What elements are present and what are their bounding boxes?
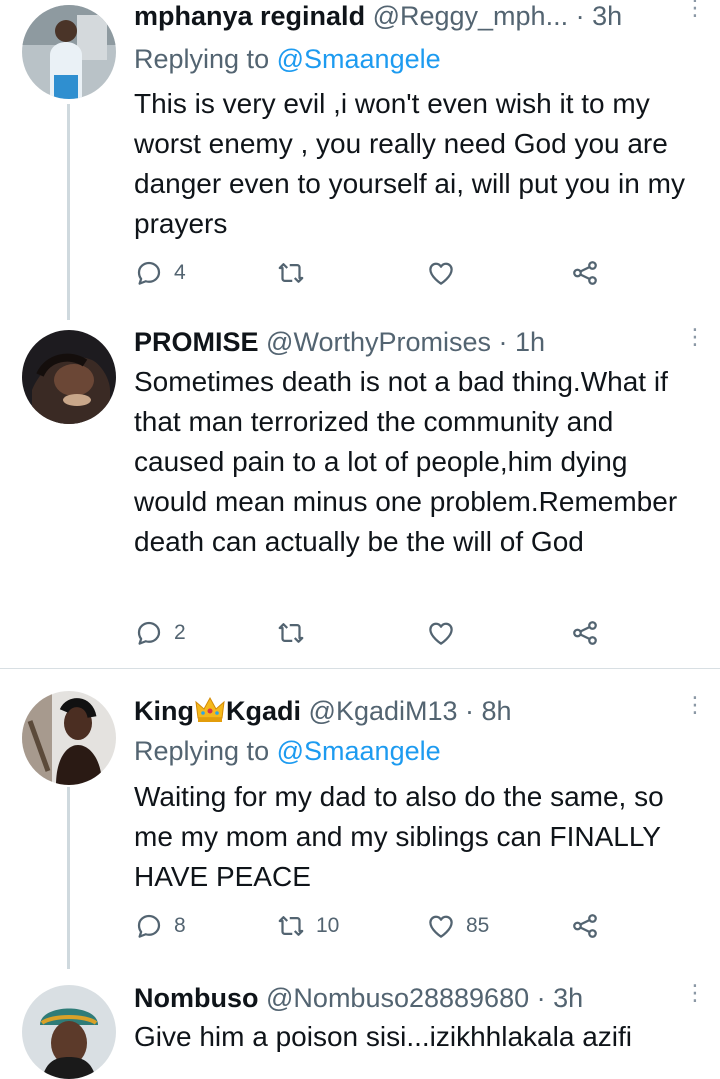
display-name[interactable]: King Kgadi	[134, 696, 301, 726]
display-name[interactable]: Nombuso	[134, 983, 259, 1013]
retweet-button[interactable]: 10	[276, 911, 339, 941]
share-icon	[570, 258, 600, 288]
timestamp[interactable]: · 3h	[537, 983, 584, 1013]
crown-emoji-icon	[195, 696, 225, 732]
display-name-part2: Kgadi	[226, 696, 302, 726]
tweet-text: Sometimes death is not a bad thing.What …	[134, 366, 678, 557]
avatar[interactable]	[22, 985, 116, 1079]
reply-count: 8	[174, 914, 186, 937]
heart-icon	[426, 618, 456, 648]
avatar[interactable]	[22, 330, 116, 424]
retweet-icon	[276, 258, 306, 288]
replying-to: Replying to @Smaangele	[134, 734, 441, 768]
reply-button[interactable]: 8	[134, 911, 186, 941]
replying-to-label: Replying to	[134, 736, 270, 766]
more-options-icon[interactable]: ⋮	[684, 694, 706, 716]
replying-to-label: Replying to	[134, 44, 270, 74]
avatar[interactable]	[22, 691, 116, 785]
user-handle[interactable]: @Reggy_mph...	[373, 1, 569, 31]
retweet-icon	[276, 911, 306, 941]
retweet-button[interactable]	[276, 618, 306, 648]
tweet-mphanya[interactable]: mphanya reginald @Reggy_mph... · 3h ⋮ Re…	[0, 0, 720, 320]
reply-button[interactable]: 2	[134, 618, 186, 648]
mention-link[interactable]: @Smaangele	[277, 44, 441, 74]
share-button[interactable]	[570, 911, 600, 941]
share-button[interactable]	[570, 618, 600, 648]
avatar[interactable]	[22, 5, 116, 99]
tweet-text: This is very evil ,i won't even wish it …	[134, 88, 685, 239]
tweet-promise[interactable]: PROMISE @WorthyPromises · 1h ⋮ Sometimes…	[0, 318, 720, 668]
timestamp[interactable]: · 1h	[499, 327, 546, 357]
thread-line	[67, 787, 70, 969]
tweet-header: King Kgadi @KgadiM13 · 8h	[134, 694, 680, 732]
user-handle[interactable]: @WorthyPromises	[266, 327, 491, 357]
like-button[interactable]: 85	[426, 911, 489, 941]
display-name[interactable]: mphanya reginald	[134, 1, 365, 31]
like-button[interactable]	[426, 258, 456, 288]
more-options-icon[interactable]: ⋮	[684, 326, 706, 348]
tweet-header: mphanya reginald @Reggy_mph... · 3h	[134, 0, 680, 33]
share-button[interactable]	[570, 258, 600, 288]
reply-button[interactable]: 4	[134, 258, 186, 288]
like-count: 85	[466, 914, 490, 937]
tweet-header: Nombuso @Nombuso28889680 · 3h	[134, 981, 680, 1015]
thread-line	[67, 104, 70, 320]
user-handle[interactable]: @KgadiM13	[309, 696, 458, 726]
reply-icon	[134, 258, 164, 288]
reply-icon	[134, 911, 164, 941]
user-handle[interactable]: @Nombuso28889680	[266, 983, 529, 1013]
reply-count: 4	[174, 261, 186, 284]
action-bar: 2	[134, 618, 614, 654]
more-options-icon[interactable]: ⋮	[684, 0, 706, 19]
mention-link[interactable]: @Smaangele	[277, 736, 441, 766]
heart-icon	[426, 258, 456, 288]
action-bar: 8 10 85	[134, 911, 614, 947]
display-name-part1: King	[134, 696, 194, 726]
more-options-icon[interactable]: ⋮	[684, 982, 706, 1004]
heart-icon	[426, 911, 456, 941]
timestamp[interactable]: · 3h	[576, 1, 623, 31]
replying-to: Replying to @Smaangele	[134, 42, 441, 76]
retweet-count: 10	[316, 914, 340, 937]
share-icon	[570, 618, 600, 648]
share-icon	[570, 911, 600, 941]
display-name[interactable]: PROMISE	[134, 327, 259, 357]
tweet-kingkgadi[interactable]: King Kgadi @KgadiM13 · 8h ⋮ Replying to @…	[0, 669, 720, 969]
timestamp[interactable]: · 8h	[465, 696, 512, 726]
like-button[interactable]	[426, 618, 456, 648]
action-bar: 4	[134, 258, 614, 294]
retweet-icon	[276, 618, 306, 648]
reply-icon	[134, 618, 164, 648]
reply-count: 2	[174, 621, 186, 644]
tweet-header: PROMISE @WorthyPromises · 1h	[134, 325, 680, 359]
retweet-button[interactable]	[276, 258, 306, 288]
tweet-nombuso[interactable]: Nombuso @Nombuso28889680 · 3h ⋮ Give him…	[0, 969, 720, 1079]
tweet-text: Waiting for my dad to also do the same, …	[134, 781, 664, 892]
tweet-text: Give him a poison sisi...izikhhlakala az…	[134, 1021, 632, 1052]
